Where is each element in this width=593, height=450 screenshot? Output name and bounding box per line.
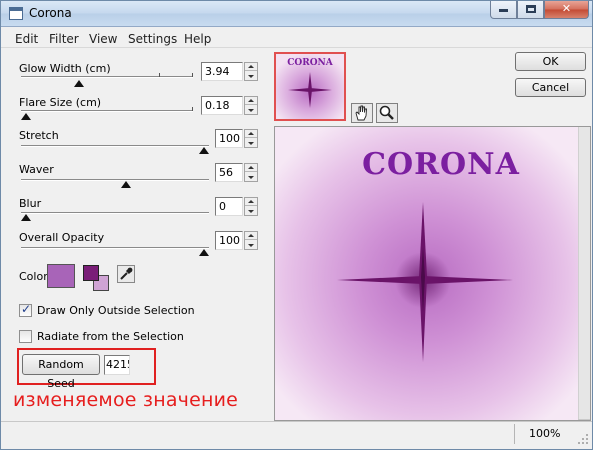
slider-tick	[159, 73, 160, 77]
eyedropper-icon	[120, 267, 133, 280]
waver-spinner[interactable]	[244, 163, 258, 182]
waver-label: Waver	[19, 163, 54, 176]
minimize-button[interactable]	[490, 1, 517, 19]
thumbnail-text: CORONA	[287, 58, 334, 68]
flare-size-input[interactable]: 0.18	[201, 96, 243, 115]
waver-slider-track[interactable]	[21, 179, 209, 181]
ok-button[interactable]: OK	[515, 52, 586, 71]
color-swatch[interactable]	[47, 264, 75, 288]
resize-grip-icon[interactable]	[577, 433, 589, 445]
spin-down-icon	[248, 209, 254, 213]
hand-icon	[355, 105, 367, 121]
radiate-label: Radiate from the Selection	[37, 330, 184, 343]
menu-help[interactable]: Help	[184, 32, 211, 46]
waver-slider-thumb[interactable]	[120, 181, 131, 188]
flare-size-spinner[interactable]	[244, 96, 258, 115]
blur-input[interactable]: 0	[215, 197, 243, 216]
glow-width-slider-track[interactable]	[21, 76, 193, 78]
title-bar: Corona ✕	[1, 1, 592, 27]
random-seed-button[interactable]: Random Seed	[22, 354, 100, 390]
draw-outside-checkbox[interactable]	[19, 302, 32, 317]
menu-edit[interactable]: Edit	[15, 32, 38, 46]
overall-opacity-slider-track[interactable]	[21, 247, 209, 249]
slider-tick	[192, 107, 193, 111]
window-title: Corona	[29, 6, 72, 20]
glow-width-spinner[interactable]	[244, 62, 258, 81]
spin-up-icon	[248, 200, 254, 203]
draw-outside-label: Draw Only Outside Selection	[37, 304, 195, 317]
menu-view[interactable]: View	[89, 32, 117, 46]
glow-width-input[interactable]: 3.94	[201, 62, 243, 81]
overall-opacity-spinner[interactable]	[244, 231, 258, 250]
flare-size-slider-thumb[interactable]	[21, 113, 31, 120]
magnifier-icon	[379, 105, 394, 120]
overall-opacity-input[interactable]: 100	[215, 231, 243, 250]
eyedropper-button[interactable]	[117, 265, 135, 283]
stretch-slider-thumb[interactable]	[199, 147, 209, 154]
radiate-checkbox[interactable]	[19, 330, 32, 343]
preview-text: CORONA	[362, 147, 520, 182]
spin-up-icon	[248, 99, 254, 102]
spin-down-icon	[248, 74, 254, 78]
foreground-color-swatch[interactable]	[83, 265, 99, 281]
stretch-label: Stretch	[19, 129, 59, 142]
stretch-spinner[interactable]	[244, 129, 258, 148]
window-icon	[9, 7, 23, 20]
spin-up-icon	[248, 166, 254, 169]
status-bar	[1, 421, 592, 449]
close-icon: ✕	[561, 2, 572, 15]
flare-size-slider-track[interactable]	[21, 110, 193, 112]
maximize-button[interactable]	[517, 1, 544, 19]
menu-bar: Edit Filter View Settings Help	[1, 28, 592, 48]
zoom-tool-button[interactable]	[376, 103, 398, 123]
blur-label: Blur	[19, 197, 42, 210]
preview-image: CORONA	[275, 127, 578, 420]
blur-slider-track[interactable]	[21, 212, 209, 214]
maximize-icon	[525, 5, 536, 13]
overall-opacity-label: Overall Opacity	[19, 231, 105, 244]
corona-dialog: Corona ✕ Edit Filter View Settings Help …	[0, 0, 593, 450]
status-separator	[514, 424, 515, 444]
blur-spinner[interactable]	[244, 197, 258, 216]
spin-down-icon	[248, 141, 254, 145]
hand-tool-button[interactable]	[351, 103, 373, 123]
stretch-input[interactable]: 100	[215, 129, 243, 148]
spin-up-icon	[248, 65, 254, 68]
spin-down-icon	[248, 108, 254, 112]
flare-size-label: Flare Size (cm)	[19, 96, 102, 109]
annotation-text: изменяемое значение	[13, 389, 239, 411]
stretch-slider-track[interactable]	[21, 145, 209, 147]
cancel-button[interactable]: Cancel	[515, 78, 586, 97]
blur-slider-thumb[interactable]	[21, 214, 31, 221]
zoom-level: 100%	[529, 427, 561, 440]
overall-opacity-slider-thumb[interactable]	[199, 249, 209, 256]
spin-down-icon	[248, 175, 254, 179]
glow-width-slider-thumb[interactable]	[74, 80, 85, 87]
random-seed-input[interactable]: 4215	[104, 355, 130, 375]
close-button[interactable]: ✕	[544, 1, 589, 19]
thumbnail-preview[interactable]: CORONA	[274, 52, 346, 121]
color-label: Color	[19, 270, 48, 283]
minimize-icon	[499, 9, 508, 12]
preview-scrollbar[interactable]	[578, 127, 590, 419]
menu-settings[interactable]: Settings	[128, 32, 177, 46]
glow-width-label: Glow Width (cm)	[19, 62, 111, 75]
slider-tick	[192, 73, 193, 77]
spin-up-icon	[248, 132, 254, 135]
spin-up-icon	[248, 234, 254, 237]
waver-input[interactable]: 56	[215, 163, 243, 182]
spin-down-icon	[248, 243, 254, 247]
menu-filter[interactable]: Filter	[49, 32, 79, 46]
preview-area[interactable]: CORONA	[274, 126, 591, 421]
thumbnail-image: CORONA	[276, 54, 344, 119]
